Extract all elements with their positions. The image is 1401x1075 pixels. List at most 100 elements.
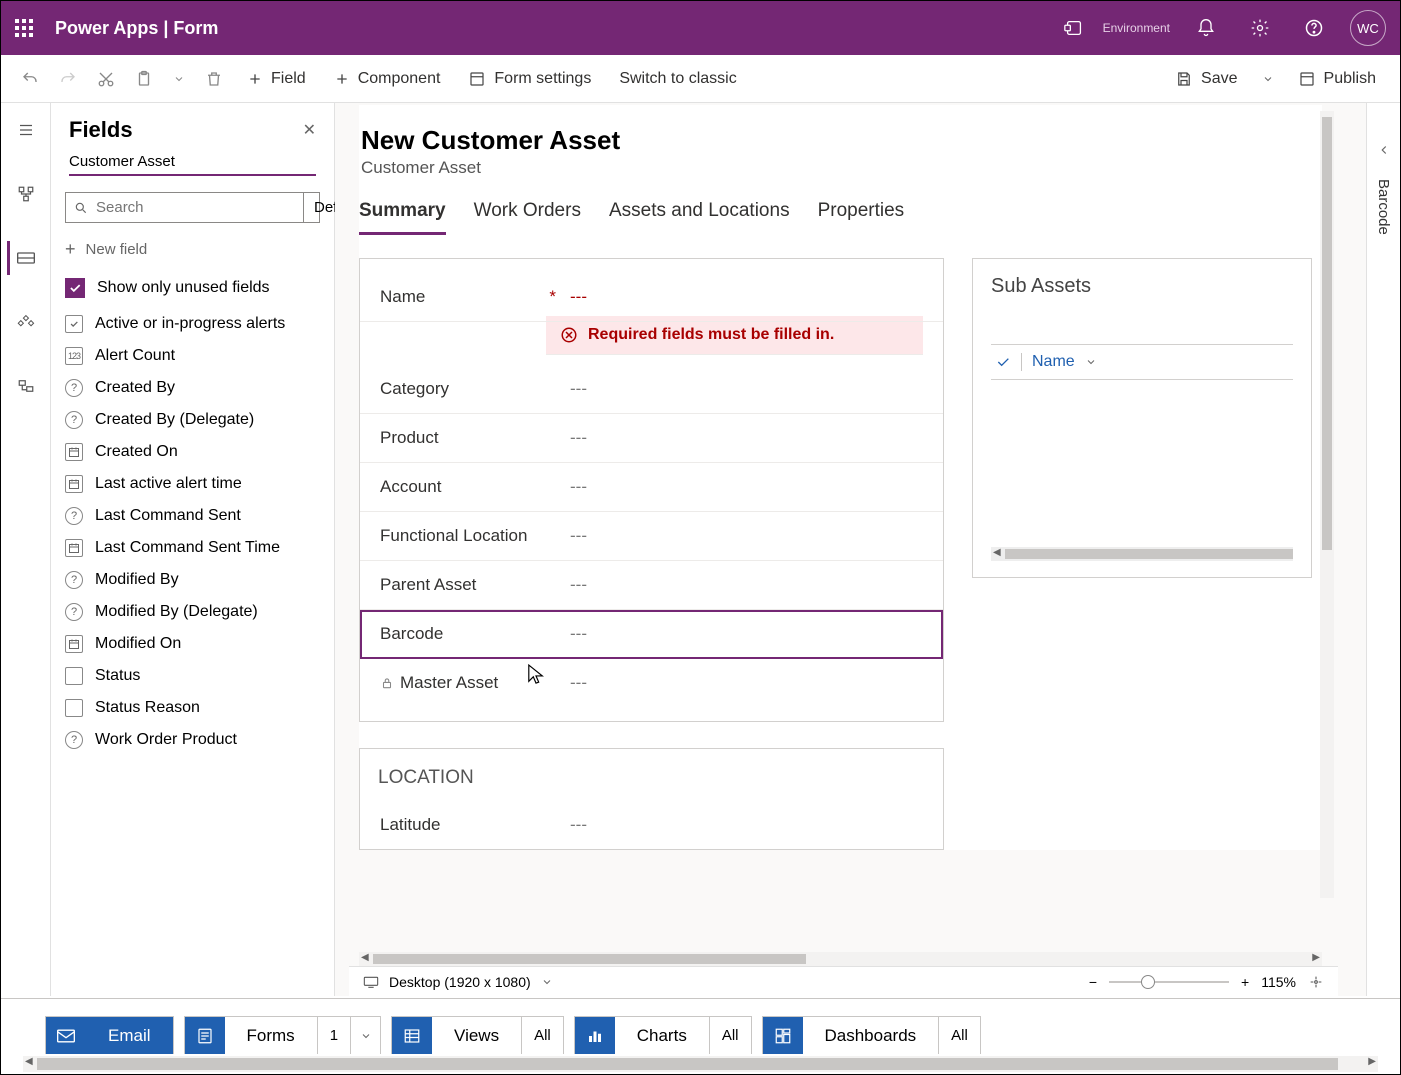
form-field-row[interactable]: Functional Location--- bbox=[360, 512, 943, 561]
zoom-in-button[interactable]: + bbox=[1241, 974, 1249, 990]
form-field-row[interactable]: Category--- bbox=[360, 365, 943, 414]
tab-dropdown[interactable] bbox=[350, 1017, 380, 1054]
search-input[interactable] bbox=[66, 193, 303, 222]
app-launcher-icon[interactable] bbox=[15, 19, 33, 37]
canvas-hscroll[interactable]: ◀▶ bbox=[359, 952, 1322, 966]
field-list-item[interactable]: 123Alert Count bbox=[51, 340, 334, 372]
form-field-latitude[interactable]: Latitude --- bbox=[360, 801, 943, 849]
user-avatar[interactable]: WC bbox=[1350, 10, 1386, 46]
form-label: Barcode bbox=[380, 624, 570, 644]
field-list-item[interactable]: ?Work Order Product bbox=[51, 724, 334, 756]
publish-button[interactable]: Publish bbox=[1286, 64, 1388, 94]
paste-button[interactable] bbox=[127, 64, 161, 94]
app-title: Power Apps | Form bbox=[55, 18, 218, 39]
error-icon bbox=[560, 326, 578, 344]
bottom-hscroll[interactable]: ◀▶ bbox=[23, 1056, 1378, 1072]
subassets-hscroll[interactable]: ◀ bbox=[991, 547, 1293, 561]
subassets-section[interactable]: Sub Assets Name ◀ bbox=[972, 258, 1312, 578]
help-icon[interactable] bbox=[1296, 10, 1332, 46]
rail-fields[interactable] bbox=[7, 241, 41, 275]
save-dropdown[interactable] bbox=[1254, 67, 1282, 91]
command-bar: Field Component Form settings Switch to … bbox=[1, 55, 1400, 103]
tab-count: All bbox=[709, 1017, 751, 1054]
show-unused-label: Show only unused fields bbox=[97, 279, 270, 297]
fit-icon[interactable] bbox=[1308, 974, 1324, 990]
form-field-row[interactable]: Name*--- bbox=[360, 273, 943, 322]
tab-icon bbox=[392, 1017, 432, 1054]
paste-dropdown[interactable] bbox=[165, 67, 193, 91]
switch-classic-button[interactable]: Switch to classic bbox=[607, 64, 748, 94]
settings-icon[interactable] bbox=[1242, 10, 1278, 46]
field-list-item[interactable]: ?Modified By bbox=[51, 564, 334, 596]
form-field-row[interactable]: Master Asset--- bbox=[360, 659, 943, 707]
form-section-location[interactable]: LOCATION Latitude --- bbox=[359, 748, 944, 850]
form-tab[interactable]: Properties bbox=[818, 200, 905, 235]
device-label[interactable]: Desktop (1920 x 1080) bbox=[389, 974, 531, 990]
form-tab[interactable]: Assets and Locations bbox=[609, 200, 790, 235]
solution-tab[interactable]: Forms1 bbox=[184, 1016, 382, 1054]
form-label: Product bbox=[380, 428, 570, 448]
chevron-down-icon[interactable] bbox=[541, 976, 553, 988]
save-button[interactable]: Save bbox=[1163, 64, 1249, 94]
field-list-item[interactable]: Active or in-progress alerts bbox=[51, 308, 334, 340]
form-settings-label: Form settings bbox=[494, 70, 591, 88]
zoom-slider[interactable] bbox=[1109, 981, 1229, 983]
expand-pane-icon[interactable] bbox=[1377, 143, 1391, 157]
add-component-label: Component bbox=[358, 70, 441, 88]
switch-classic-label: Switch to classic bbox=[619, 70, 736, 88]
field-list-item[interactable]: Last active alert time bbox=[51, 468, 334, 500]
field-list-item[interactable]: Last Command Sent Time bbox=[51, 532, 334, 564]
field-list-item[interactable]: Status bbox=[51, 660, 334, 692]
close-icon[interactable]: ✕ bbox=[303, 120, 316, 140]
delete-button[interactable] bbox=[197, 64, 231, 94]
form-section-general[interactable]: Name*---Required fields must be filled i… bbox=[359, 258, 944, 722]
environment-picker[interactable]: Environment bbox=[1103, 21, 1170, 35]
device-icon bbox=[363, 975, 379, 989]
field-list-item[interactable]: ?Last Command Sent bbox=[51, 500, 334, 532]
rail-data[interactable] bbox=[9, 369, 43, 403]
solution-tab[interactable]: ViewsAll bbox=[391, 1016, 564, 1054]
new-field-button[interactable]: +New field bbox=[65, 239, 320, 260]
rail-hamburger[interactable] bbox=[9, 113, 43, 147]
redo-button[interactable] bbox=[51, 64, 85, 94]
solution-tab[interactable]: ChartsAll bbox=[574, 1016, 752, 1054]
rail-tree[interactable] bbox=[9, 177, 43, 211]
solution-tab[interactable]: Email bbox=[45, 1016, 174, 1054]
checkbox-icon bbox=[65, 315, 83, 333]
field-list-item[interactable]: Status Reason bbox=[51, 692, 334, 724]
subassets-column-header[interactable]: Name bbox=[991, 344, 1293, 380]
form-field-row[interactable]: Account--- bbox=[360, 463, 943, 512]
fields-entity-tab[interactable]: Customer Asset bbox=[69, 153, 316, 176]
add-field-button[interactable]: Field bbox=[235, 64, 318, 94]
add-component-button[interactable]: Component bbox=[322, 64, 453, 94]
field-list-item[interactable]: ?Created By bbox=[51, 372, 334, 404]
form-field-row[interactable]: Product--- bbox=[360, 414, 943, 463]
help-icon: ? bbox=[65, 411, 83, 429]
cut-button[interactable] bbox=[89, 64, 123, 94]
form-settings-button[interactable]: Form settings bbox=[456, 64, 603, 94]
publish-label: Publish bbox=[1324, 70, 1376, 88]
form-field-row[interactable]: Barcode--- bbox=[360, 610, 943, 659]
form-value: --- bbox=[570, 428, 587, 448]
app-header: Power Apps | Form Environment WC bbox=[1, 1, 1400, 55]
environment-icon bbox=[1063, 17, 1085, 39]
notifications-icon[interactable] bbox=[1188, 10, 1224, 46]
solution-tab[interactable]: DashboardsAll bbox=[762, 1016, 981, 1054]
form-tab[interactable]: Summary bbox=[359, 200, 446, 235]
form-value: --- bbox=[570, 673, 587, 693]
show-unused-checkbox[interactable]: Show only unused fields bbox=[65, 278, 320, 298]
tab-icon bbox=[575, 1017, 615, 1054]
form-field-row[interactable]: Parent Asset--- bbox=[360, 561, 943, 610]
form-value: --- bbox=[570, 477, 587, 497]
canvas-vscroll[interactable] bbox=[1320, 111, 1334, 898]
zoom-out-button[interactable]: − bbox=[1089, 974, 1097, 990]
undo-button[interactable] bbox=[13, 64, 47, 94]
field-list-item[interactable]: ?Created By (Delegate) bbox=[51, 404, 334, 436]
form-label: Parent Asset bbox=[380, 575, 570, 595]
rail-components[interactable] bbox=[9, 305, 43, 339]
form-tab[interactable]: Work Orders bbox=[474, 200, 581, 235]
field-list-item[interactable]: Created On bbox=[51, 436, 334, 468]
field-list-item[interactable]: Modified On bbox=[51, 628, 334, 660]
field-list-item[interactable]: ?Modified By (Delegate) bbox=[51, 596, 334, 628]
form-label: Account bbox=[380, 477, 570, 497]
